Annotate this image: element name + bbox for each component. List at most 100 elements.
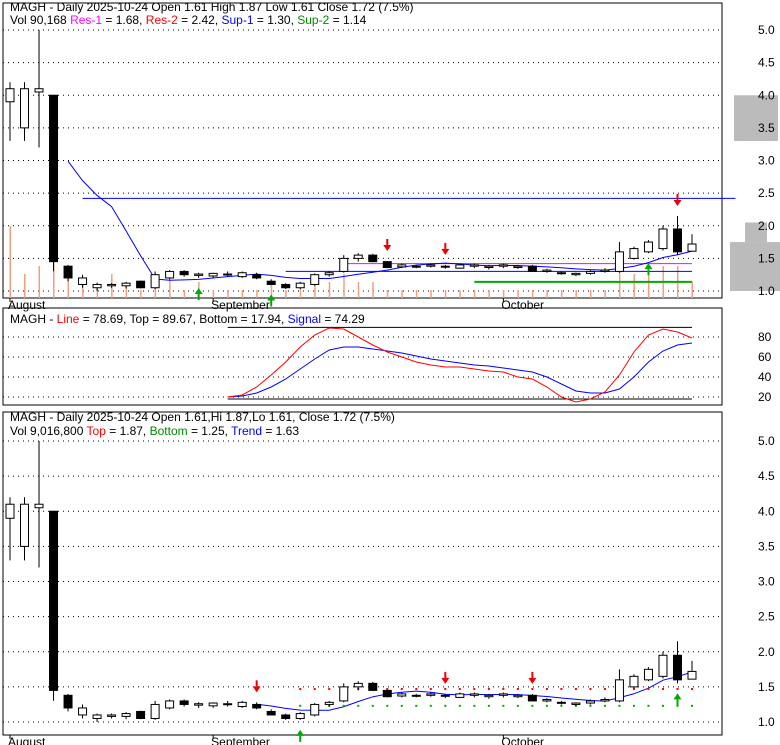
buy-arrow-icon [194, 287, 203, 294]
candle-body [49, 94, 59, 263]
candle-body [411, 265, 421, 268]
candle-body [266, 710, 276, 716]
candle-body [237, 272, 247, 278]
sup2-label: Sup-2 [297, 13, 330, 27]
candle-body [455, 693, 465, 698]
candle-body [310, 274, 320, 285]
y-tick-label-p3: 5.0 [758, 434, 775, 448]
top-dot [589, 687, 592, 690]
bottom-label: Bottom [149, 424, 188, 438]
candle-body [571, 702, 581, 705]
candle-body [556, 272, 566, 275]
candle-body [150, 703, 160, 719]
candle-body [643, 241, 653, 253]
bottom-dot [516, 704, 519, 707]
volume-bar [401, 290, 403, 298]
volume-bar [430, 290, 432, 298]
panel3-title: MAGH - Daily 2025-10-24 Open 1.61,Hi 1.8… [10, 410, 395, 424]
top-value: = 1.87, [105, 424, 150, 438]
bottom-dot [618, 704, 621, 707]
volume-bar [488, 290, 490, 298]
volume-bar [140, 290, 142, 298]
candle-body [179, 270, 189, 276]
month-label: September [211, 298, 270, 312]
buy-arrow-icon [296, 729, 305, 736]
bottom-dot [444, 704, 447, 707]
candle-body [382, 689, 392, 698]
bottom-dot [386, 704, 389, 707]
candle-body [643, 668, 653, 681]
panel3-legend: Vol 9,016,800 Top = 1.87, Bottom = 1.25,… [10, 424, 299, 438]
top-dot [574, 687, 577, 690]
candle-body [107, 283, 117, 287]
candle-body [339, 257, 349, 272]
candle-body [295, 282, 305, 289]
candle-body [92, 714, 102, 719]
y-tick-label-p1: 3.0 [758, 154, 775, 168]
top-dot [458, 687, 461, 690]
candle-body [252, 274, 262, 279]
month-label: October [501, 298, 544, 312]
candle-body [658, 654, 668, 677]
candle-body [237, 701, 247, 708]
bottom-dot [415, 704, 418, 707]
volume-bar [386, 290, 389, 298]
candle-body [252, 703, 262, 709]
top-dot [632, 687, 635, 690]
trend-label: Trend [231, 424, 262, 438]
y-tick-label-p3: 3.0 [758, 575, 775, 589]
y-tick-label-p1: 2.5 [758, 186, 775, 200]
candle-body [382, 261, 392, 269]
candle-body [469, 693, 479, 696]
y-tick-label-p2: 20 [758, 390, 772, 404]
panel2-title: MAGH - [10, 312, 57, 326]
candle-body [78, 277, 88, 285]
candle-body [136, 710, 146, 719]
volume-bar [647, 274, 650, 298]
sell-arrow-icon [383, 244, 392, 251]
candle-body [266, 280, 276, 285]
candle-body [34, 503, 44, 509]
candle-body [397, 693, 407, 697]
top-dot [676, 687, 679, 690]
sell-arrow-icon [673, 199, 682, 206]
bottom-dot [458, 704, 461, 707]
candle-body [179, 700, 189, 705]
candle-body [49, 510, 59, 691]
y-tick-label-p1: 3.5 [758, 121, 775, 135]
volume-bar [560, 290, 563, 298]
bottom-value: = 1.25, [187, 424, 232, 438]
volume-bar [633, 274, 635, 298]
candle-body [498, 693, 508, 696]
bottom-dot [603, 704, 606, 707]
vol-label: Vol 90,168 [10, 13, 67, 27]
candle-body [469, 264, 479, 267]
volume-bar [604, 290, 606, 298]
candle-body [397, 264, 407, 268]
bottom-dot [371, 704, 374, 707]
volume-bar [285, 290, 287, 298]
top-dot [386, 687, 389, 690]
top-dot [560, 687, 563, 690]
volume-bar [444, 290, 447, 298]
volume-bar [517, 290, 519, 298]
candle-body [20, 503, 30, 547]
candle-body [194, 703, 204, 706]
candle-body [658, 228, 668, 250]
candle-body [281, 714, 291, 719]
candle-body [484, 694, 494, 698]
candle-body [600, 269, 610, 272]
volume-bar [691, 282, 693, 298]
candle-body [484, 265, 494, 269]
candle-body [629, 248, 639, 259]
y-tick-label-p3: 2.0 [758, 645, 775, 659]
top-dot [661, 687, 664, 690]
panel2-legend: MAGH - Line = 78.69, Top = 89.67, Bottom… [10, 312, 365, 326]
bottom-dot [691, 704, 693, 707]
y-tick-label-p1: 4.0 [758, 88, 775, 102]
top-dot [487, 687, 490, 690]
candle-body [513, 265, 523, 269]
candle-body [5, 503, 15, 519]
candle-body [310, 703, 320, 716]
candle-body [92, 283, 102, 289]
